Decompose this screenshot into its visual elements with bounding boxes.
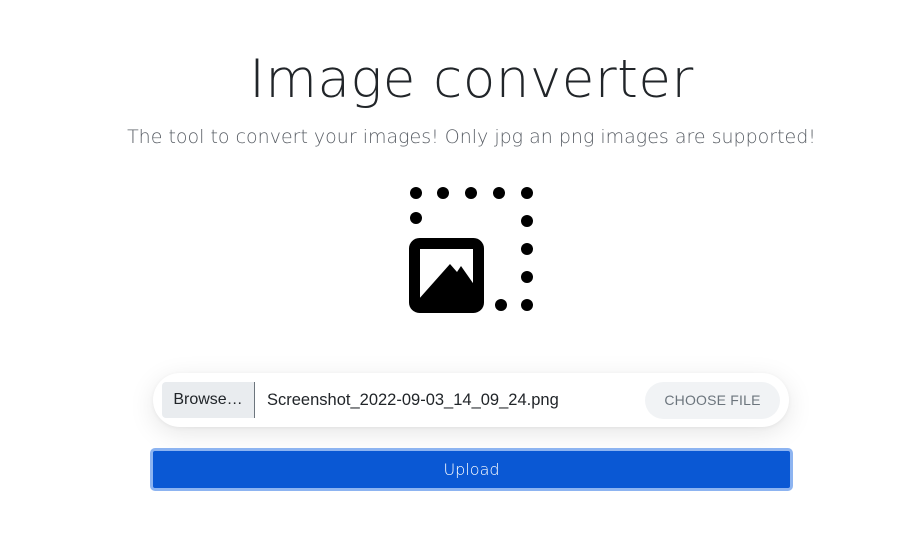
file-input-group[interactable]: Browse… Screenshot_2022-09-03_14_09_24.p… bbox=[153, 373, 789, 427]
page-title: Image converter bbox=[249, 49, 694, 110]
page-subtitle: The tool to convert your images! Only jp… bbox=[127, 126, 816, 148]
browse-button[interactable]: Browse… bbox=[162, 382, 255, 418]
upload-button[interactable]: Upload bbox=[150, 448, 793, 491]
select-image-icon bbox=[409, 187, 533, 313]
selected-file-name: Screenshot_2022-09-03_14_09_24.png bbox=[267, 391, 559, 409]
choose-file-button[interactable]: CHOOSE FILE bbox=[645, 382, 780, 419]
page: Image converter The tool to convert your… bbox=[0, 0, 905, 542]
